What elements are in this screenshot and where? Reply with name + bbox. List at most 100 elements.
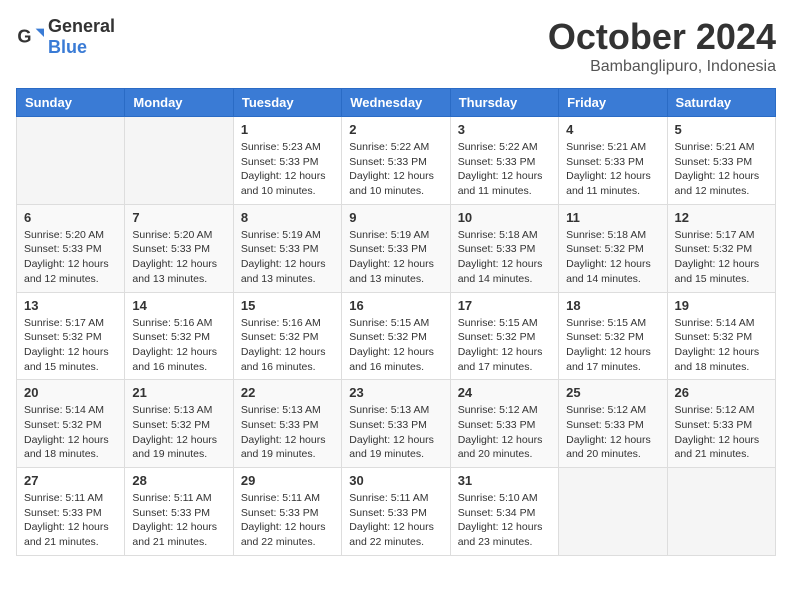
logo-icon: G	[16, 23, 44, 51]
day-info: Sunrise: 5:19 AMSunset: 5:33 PMDaylight:…	[241, 228, 334, 287]
day-number: 13	[24, 298, 117, 313]
calendar-cell: 24 Sunrise: 5:12 AMSunset: 5:33 PMDayligh…	[450, 380, 558, 468]
day-number: 24	[458, 385, 551, 400]
day-info: Sunrise: 5:12 AMSunset: 5:33 PMDaylight:…	[566, 403, 659, 462]
day-number: 12	[675, 210, 768, 225]
calendar-cell: 12 Sunrise: 5:17 AMSunset: 5:32 PMDayligh…	[667, 204, 775, 292]
calendar-cell: 1Sunrise: 5:23 AMSunset: 5:33 PMDaylight…	[233, 117, 341, 205]
day-info: Sunrise: 5:12 AMSunset: 5:33 PMDaylight:…	[458, 403, 551, 462]
calendar-cell: 25 Sunrise: 5:12 AMSunset: 5:33 PMDayligh…	[559, 380, 667, 468]
day-info: Sunrise: 5:14 AMSunset: 5:32 PMDaylight:…	[24, 403, 117, 462]
calendar-week-row: 1Sunrise: 5:23 AMSunset: 5:33 PMDaylight…	[17, 117, 776, 205]
logo: G General Blue	[16, 16, 115, 58]
col-saturday: Saturday	[667, 89, 775, 117]
calendar-cell: 28 Sunrise: 5:11 AMSunset: 5:33 PMDayligh…	[125, 468, 233, 556]
calendar-cell: 31 Sunrise: 5:10 AMSunset: 5:34 PMDayligh…	[450, 468, 558, 556]
header: G General Blue October 2024 Bambanglipur…	[16, 16, 776, 76]
day-info: Sunrise: 5:15 AMSunset: 5:32 PMDaylight:…	[458, 316, 551, 375]
day-info: Sunrise: 5:15 AMSunset: 5:32 PMDaylight:…	[349, 316, 442, 375]
day-info: Sunrise: 5:18 AMSunset: 5:33 PMDaylight:…	[458, 228, 551, 287]
day-number: 31	[458, 473, 551, 488]
day-number: 18	[566, 298, 659, 313]
calendar-cell: 11Sunrise: 5:18 AMSunset: 5:32 PMDayligh…	[559, 204, 667, 292]
day-number: 23	[349, 385, 442, 400]
day-info: Sunrise: 5:21 AMSunset: 5:33 PMDaylight:…	[566, 140, 659, 199]
col-monday: Monday	[125, 89, 233, 117]
day-number: 28	[132, 473, 225, 488]
day-number: 15	[241, 298, 334, 313]
day-info: Sunrise: 5:15 AMSunset: 5:32 PMDaylight:…	[566, 316, 659, 375]
calendar-cell: 27 Sunrise: 5:11 AMSunset: 5:33 PMDayligh…	[17, 468, 125, 556]
day-info: Sunrise: 5:11 AMSunset: 5:33 PMDaylight:…	[241, 491, 334, 550]
day-info: Sunrise: 5:19 AMSunset: 5:33 PMDaylight:…	[349, 228, 442, 287]
svg-text:G: G	[17, 27, 31, 47]
logo-blue: Blue	[48, 37, 87, 57]
day-number: 30	[349, 473, 442, 488]
calendar-cell: 18 Sunrise: 5:15 AMSunset: 5:32 PMDayligh…	[559, 292, 667, 380]
calendar-cell: 8 Sunrise: 5:19 AMSunset: 5:33 PMDaylight…	[233, 204, 341, 292]
day-number: 17	[458, 298, 551, 313]
col-friday: Friday	[559, 89, 667, 117]
day-number: 2	[349, 122, 442, 137]
day-number: 10	[458, 210, 551, 225]
calendar-cell: 17 Sunrise: 5:15 AMSunset: 5:32 PMDayligh…	[450, 292, 558, 380]
day-number: 9	[349, 210, 442, 225]
calendar-week-row: 6Sunrise: 5:20 AMSunset: 5:33 PMDaylight…	[17, 204, 776, 292]
day-info: Sunrise: 5:13 AMSunset: 5:33 PMDaylight:…	[349, 403, 442, 462]
calendar-cell: 10 Sunrise: 5:18 AMSunset: 5:33 PMDayligh…	[450, 204, 558, 292]
calendar-cell: 2Sunrise: 5:22 AMSunset: 5:33 PMDaylight…	[342, 117, 450, 205]
day-info: Sunrise: 5:21 AMSunset: 5:33 PMDaylight:…	[675, 140, 768, 199]
calendar-week-row: 27 Sunrise: 5:11 AMSunset: 5:33 PMDayligh…	[17, 468, 776, 556]
calendar-cell: 14 Sunrise: 5:16 AMSunset: 5:32 PMDayligh…	[125, 292, 233, 380]
calendar-week-row: 13 Sunrise: 5:17 AMSunset: 5:32 PMDayligh…	[17, 292, 776, 380]
logo-general: General	[48, 16, 115, 36]
day-number: 21	[132, 385, 225, 400]
calendar-cell: 16 Sunrise: 5:15 AMSunset: 5:32 PMDayligh…	[342, 292, 450, 380]
calendar-cell: 5 Sunrise: 5:21 AMSunset: 5:33 PMDaylight…	[667, 117, 775, 205]
day-info: Sunrise: 5:18 AMSunset: 5:32 PMDaylight:…	[566, 228, 659, 287]
calendar-cell	[667, 468, 775, 556]
day-info: Sunrise: 5:11 AMSunset: 5:33 PMDaylight:…	[349, 491, 442, 550]
day-number: 14	[132, 298, 225, 313]
calendar-cell: 23 Sunrise: 5:13 AMSunset: 5:33 PMDayligh…	[342, 380, 450, 468]
day-info: Sunrise: 5:17 AMSunset: 5:32 PMDaylight:…	[24, 316, 117, 375]
day-number: 4	[566, 122, 659, 137]
day-info: Sunrise: 5:17 AMSunset: 5:32 PMDaylight:…	[675, 228, 768, 287]
calendar-cell: 4 Sunrise: 5:21 AMSunset: 5:33 PMDaylight…	[559, 117, 667, 205]
day-info: Sunrise: 5:20 AMSunset: 5:33 PMDaylight:…	[132, 228, 225, 287]
day-number: 22	[241, 385, 334, 400]
calendar-cell: 29Sunrise: 5:11 AMSunset: 5:33 PMDayligh…	[233, 468, 341, 556]
calendar-week-row: 20 Sunrise: 5:14 AMSunset: 5:32 PMDayligh…	[17, 380, 776, 468]
day-info: Sunrise: 5:16 AMSunset: 5:32 PMDaylight:…	[241, 316, 334, 375]
day-number: 25	[566, 385, 659, 400]
title-area: October 2024 Bambanglipuro, Indonesia	[548, 16, 776, 76]
col-tuesday: Tuesday	[233, 89, 341, 117]
day-number: 26	[675, 385, 768, 400]
day-number: 5	[675, 122, 768, 137]
day-number: 1	[241, 122, 334, 137]
day-number: 16	[349, 298, 442, 313]
day-info: Sunrise: 5:11 AMSunset: 5:33 PMDaylight:…	[132, 491, 225, 550]
day-info: Sunrise: 5:16 AMSunset: 5:32 PMDaylight:…	[132, 316, 225, 375]
day-info: Sunrise: 5:10 AMSunset: 5:34 PMDaylight:…	[458, 491, 551, 550]
calendar-header-row: Sunday Monday Tuesday Wednesday Thursday…	[17, 89, 776, 117]
calendar-cell: 26 Sunrise: 5:12 AMSunset: 5:33 PMDayligh…	[667, 380, 775, 468]
calendar-cell: 7 Sunrise: 5:20 AMSunset: 5:33 PMDaylight…	[125, 204, 233, 292]
day-number: 20	[24, 385, 117, 400]
month-title: October 2024	[548, 16, 776, 58]
calendar-cell: 19Sunrise: 5:14 AMSunset: 5:32 PMDayligh…	[667, 292, 775, 380]
day-info: Sunrise: 5:12 AMSunset: 5:33 PMDaylight:…	[675, 403, 768, 462]
calendar-cell: 9 Sunrise: 5:19 AMSunset: 5:33 PMDaylight…	[342, 204, 450, 292]
day-info: Sunrise: 5:11 AMSunset: 5:33 PMDaylight:…	[24, 491, 117, 550]
calendar-table: Sunday Monday Tuesday Wednesday Thursday…	[16, 88, 776, 556]
calendar-cell: 15 Sunrise: 5:16 AMSunset: 5:32 PMDayligh…	[233, 292, 341, 380]
calendar-cell: 20 Sunrise: 5:14 AMSunset: 5:32 PMDayligh…	[17, 380, 125, 468]
day-number: 27	[24, 473, 117, 488]
day-info: Sunrise: 5:13 AMSunset: 5:32 PMDaylight:…	[132, 403, 225, 462]
col-thursday: Thursday	[450, 89, 558, 117]
calendar-cell: 6Sunrise: 5:20 AMSunset: 5:33 PMDaylight…	[17, 204, 125, 292]
day-number: 19	[675, 298, 768, 313]
day-number: 8	[241, 210, 334, 225]
day-number: 7	[132, 210, 225, 225]
calendar-cell: 21 Sunrise: 5:13 AMSunset: 5:32 PMDayligh…	[125, 380, 233, 468]
